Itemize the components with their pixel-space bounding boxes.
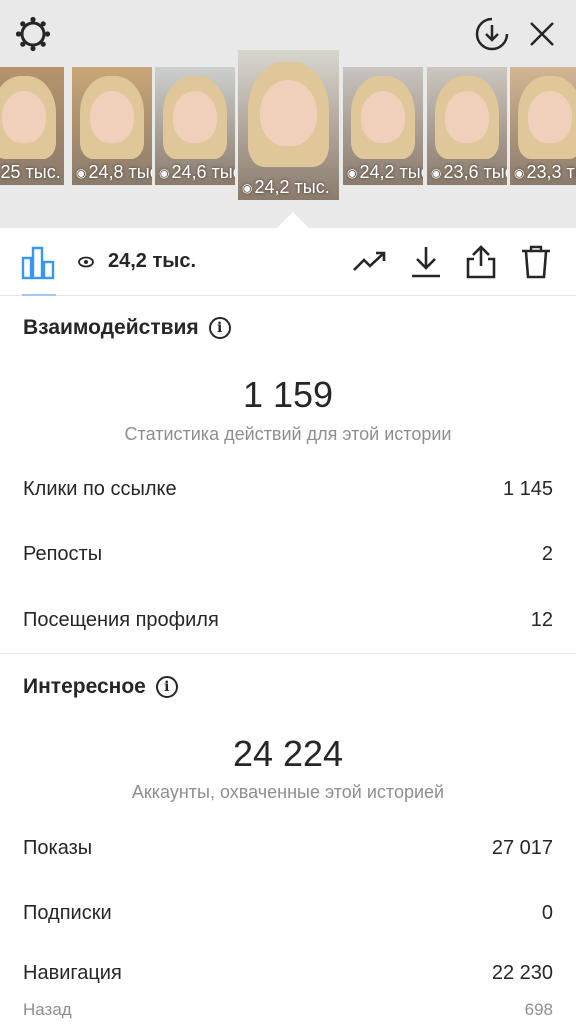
stat-value: 22 230 xyxy=(491,962,553,984)
thumbnail-views: ◉25 тыс. xyxy=(0,162,61,183)
thumbnail-views: ◉24,8 тыс. xyxy=(76,162,152,183)
stat-row-follows: Подписки 0 xyxy=(23,902,553,925)
interactions-heading: Взаимодействия i xyxy=(23,316,231,340)
trash-icon xyxy=(522,245,550,279)
thumbnail-views-text: 23,3 тыс. xyxy=(526,162,576,182)
thumbnail-face xyxy=(527,90,573,143)
story-thumbnail[interactable]: ◉23,3 тыс. xyxy=(510,67,576,185)
thumbnail-views-text: 23,6 тыс. xyxy=(443,162,507,182)
promote-button[interactable] xyxy=(350,242,390,282)
story-thumbnail-selected[interactable]: ◉ 24,2 тыс. xyxy=(238,50,339,200)
eye-icon: ◉ xyxy=(159,165,170,180)
stat-row-navigation: Навигация 22 230 xyxy=(23,962,553,985)
stats-toolbar: 24,2 тыс. xyxy=(0,228,576,296)
interactions-title: Взаимодействия xyxy=(23,316,199,339)
eye-icon: ◉ xyxy=(76,165,87,180)
stat-label: Репосты xyxy=(23,543,103,565)
stat-row-profile-visits: Посещения профиля 12 xyxy=(23,609,553,632)
thumbnail-face xyxy=(1,90,47,143)
stat-value: 2 xyxy=(541,543,553,565)
thumbnail-face xyxy=(444,90,490,143)
story-thumbnails: ◉25 тыс.◉24,8 тыс.◉24,6 тыс.◉24,2 тыс.◉2… xyxy=(0,50,576,200)
section-divider xyxy=(0,653,576,654)
info-icon[interactable]: i xyxy=(155,676,178,698)
stat-label: Посещения профиля xyxy=(23,609,219,631)
stat-value: 698 xyxy=(524,1000,553,1019)
selected-pointer xyxy=(277,212,309,228)
stat-row-back: Назад 698 xyxy=(23,1000,553,1020)
eye-icon: ◉ xyxy=(242,180,253,195)
thumbnail-views-text: 24,2 тыс. xyxy=(254,177,330,197)
gear-icon xyxy=(15,16,51,52)
share-icon xyxy=(466,245,496,279)
stat-value: 1 145 xyxy=(502,478,553,500)
eye-icon: ◉ xyxy=(431,165,442,180)
download-icon xyxy=(412,247,440,278)
story-thumbnail[interactable]: ◉25 тыс. xyxy=(0,67,64,185)
stat-value: 12 xyxy=(530,609,553,631)
stat-label: Показы xyxy=(23,837,93,859)
thumbnail-views-text: 24,8 тыс. xyxy=(88,162,152,182)
thumbnail-views: ◉23,3 тыс. xyxy=(514,162,576,183)
thumbnail-views: ◉24,2 тыс. xyxy=(242,177,330,198)
stat-row-reposts: Репосты 2 xyxy=(23,543,553,566)
story-thumbnail[interactable]: ◉24,6 тыс. xyxy=(155,67,235,185)
thumbnail-face xyxy=(360,90,406,143)
stat-label: Подписки xyxy=(23,902,112,924)
bar-chart-icon xyxy=(21,246,55,280)
stat-label: Навигация xyxy=(23,962,122,984)
stat-row-link-clicks: Клики по ссылке 1 145 xyxy=(23,478,553,501)
delete-button[interactable] xyxy=(516,242,556,282)
thumbnail-face xyxy=(260,80,317,146)
thumbnail-views: ◉24,2 тыс. xyxy=(347,162,423,183)
discovery-total: 24 224 xyxy=(232,733,344,774)
interactions-total: 1 159 xyxy=(242,374,334,415)
views-count: 24,2 тыс. xyxy=(78,250,196,273)
stats-tab[interactable] xyxy=(20,244,56,280)
stat-value: 27 017 xyxy=(491,837,553,859)
trending-up-icon xyxy=(353,251,386,271)
close-icon xyxy=(530,22,554,46)
thumbnail-views-text: 24,2 тыс. xyxy=(359,162,423,182)
stat-row-impressions: Показы 27 017 xyxy=(23,837,553,860)
thumbnail-views: ◉24,6 тыс. xyxy=(159,162,235,183)
discovery-heading: Интересное i xyxy=(23,675,178,699)
story-thumbnail[interactable]: ◉24,2 тыс. xyxy=(343,67,423,185)
discovery-title: Интересное xyxy=(23,675,146,698)
share-button[interactable] xyxy=(461,242,501,282)
eye-icon: ◉ xyxy=(514,165,525,180)
thumbnail-views-text: 25 тыс. xyxy=(0,162,61,182)
stat-value: 0 xyxy=(541,902,553,924)
thumbnail-views: ◉23,6 тыс. xyxy=(431,162,507,183)
story-thumbnail[interactable]: ◉24,8 тыс. xyxy=(72,67,152,185)
download-circle-icon xyxy=(475,17,509,51)
thumbnail-views-text: 24,6 тыс. xyxy=(171,162,235,182)
info-icon[interactable]: i xyxy=(208,317,231,339)
eye-icon: ◉ xyxy=(347,165,358,180)
views-text: 24,2 тыс. xyxy=(108,250,197,272)
stat-label: Назад xyxy=(23,1000,72,1019)
thumbnail-face xyxy=(89,90,135,143)
active-tab-indicator xyxy=(22,294,56,296)
eye-icon xyxy=(78,256,94,267)
interactions-caption: Статистика действий для этой истории xyxy=(124,424,452,444)
discovery-caption: Аккаунты, охваченные этой историей xyxy=(131,782,445,802)
thumbnail-face xyxy=(172,90,218,143)
story-strip: ◉25 тыс.◉24,8 тыс.◉24,6 тыс.◉24,2 тыс.◉2… xyxy=(0,0,576,228)
stat-label: Клики по ссылке xyxy=(23,478,177,500)
story-thumbnail[interactable]: ◉23,6 тыс. xyxy=(427,67,507,185)
save-button[interactable] xyxy=(406,242,446,282)
